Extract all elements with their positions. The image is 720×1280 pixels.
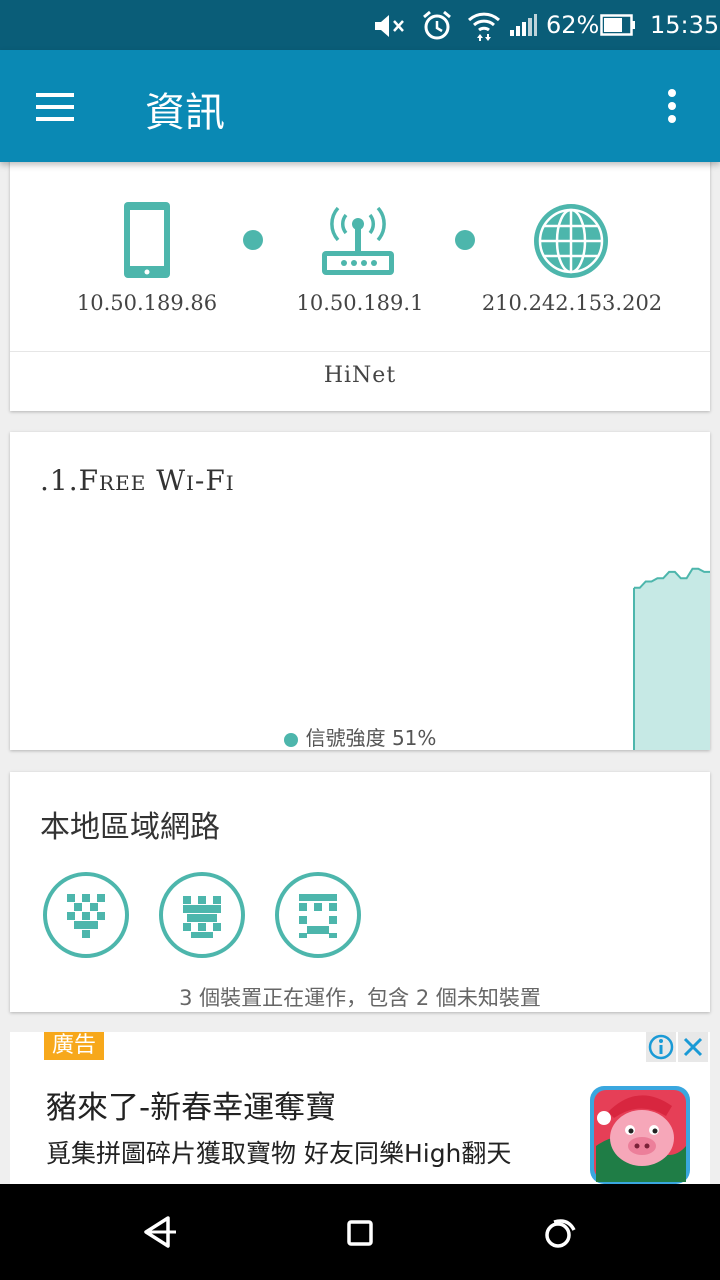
mute-icon xyxy=(375,15,404,37)
ad-info-icon[interactable] xyxy=(646,1032,676,1062)
device-avatar-3-icon[interactable] xyxy=(275,872,361,958)
phone-icon xyxy=(124,202,170,278)
lan-summary: 3 個裝置正在運作，包含 2 個未知裝置 xyxy=(179,986,541,1010)
clock: 15:35 xyxy=(650,11,720,39)
isp-name: HiNet xyxy=(323,363,397,388)
connector-dot-1 xyxy=(243,230,263,250)
battery-percent: 62% xyxy=(546,11,600,39)
nav-bar xyxy=(0,1184,720,1280)
signal-strength-value: 51% xyxy=(391,726,437,750)
recents-icon[interactable] xyxy=(543,1216,577,1250)
router-ip: 10.50.189.1 xyxy=(296,291,424,315)
ad-app-icon[interactable] xyxy=(590,1086,690,1184)
page-title: 資訊 xyxy=(145,90,225,136)
lan-card[interactable]: 本地區域網路 3 個裝置正在運作，包含 2 個未知裝置 xyxy=(10,772,710,1012)
ad-close-icon[interactable] xyxy=(678,1032,708,1062)
divider xyxy=(10,351,710,352)
legend-label: 信號強度 xyxy=(305,726,386,750)
globe-icon xyxy=(534,204,608,278)
connection-card: 10.50.189.86 10.50.189.1 210.242.153.202… xyxy=(10,155,710,411)
connector-dot-2 xyxy=(455,230,475,250)
back-icon[interactable] xyxy=(140,1214,180,1250)
device-avatar-2-icon[interactable] xyxy=(159,872,245,958)
home-icon[interactable] xyxy=(347,1220,373,1246)
more-vert-icon[interactable] xyxy=(662,88,682,124)
signal-legend: 信號強度 51% xyxy=(10,722,710,750)
device-avatar-1-icon[interactable] xyxy=(43,872,129,958)
signal-chart xyxy=(633,567,710,750)
ad-card[interactable]: 廣告 豬來了-新春幸運奪寶 覓集拼圖碎片獲取寶物 好友同樂High翻天 xyxy=(10,1032,710,1184)
wifi-icon xyxy=(467,12,501,41)
ad-subtitle: 覓集拼圖碎片獲取寶物 好友同樂High翻天 xyxy=(46,1139,512,1168)
ad-title[interactable]: 豬來了-新春幸運奪寶 xyxy=(46,1082,336,1127)
alarm-icon xyxy=(423,10,451,40)
signal-icon xyxy=(510,14,537,36)
public-ip: 210.242.153.202 xyxy=(481,291,663,315)
device-ip: 10.50.189.86 xyxy=(76,291,218,315)
lan-title: 本地區域網路 xyxy=(40,810,220,845)
menu-icon[interactable] xyxy=(36,92,76,122)
legend-dot xyxy=(283,732,298,747)
wifi-card[interactable]: .1.Free Wi-Fi 信號強度 51% xyxy=(10,432,710,750)
status-bar: 62% 15:35 xyxy=(0,0,720,50)
battery-icon xyxy=(600,14,635,36)
router-icon xyxy=(322,206,394,275)
app-bar: 資訊 xyxy=(0,50,720,162)
ad-badge: 廣告 xyxy=(44,1032,105,1060)
